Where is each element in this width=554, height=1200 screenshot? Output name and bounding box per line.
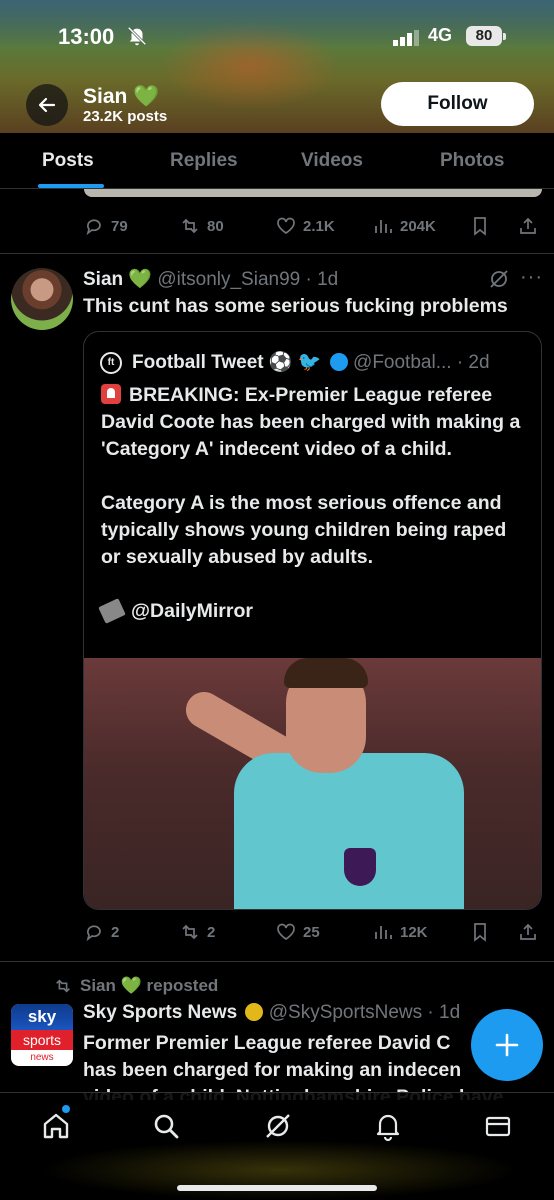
views-button[interactable]: 204K <box>373 211 436 241</box>
tab-posts[interactable]: Posts <box>42 150 94 172</box>
views-count: 12K <box>400 923 428 941</box>
repost-icon <box>182 924 198 940</box>
bell-icon[interactable] <box>372 1110 404 1142</box>
quoted-post-header: Football Tweet ⚽ 🐦 @Footbal... · 2d <box>132 350 490 374</box>
image-league-badge <box>344 848 376 886</box>
logo-bottom: news <box>30 1052 54 1063</box>
home-icon[interactable] <box>40 1110 72 1142</box>
quoted-line-3[interactable]: @DailyMirror <box>131 600 253 622</box>
repost-button[interactable]: 2 <box>180 917 215 947</box>
quoted-author-handle[interactable]: @Footbal... <box>353 352 452 373</box>
views-count: 204K <box>400 217 436 235</box>
like-button[interactable]: 2.1K <box>276 211 335 241</box>
bottom-glow <box>40 1140 520 1200</box>
follow-button[interactable]: Follow <box>381 82 534 126</box>
profile-name: Sian 💚 <box>83 85 160 108</box>
reply-icon <box>86 925 101 942</box>
tab-replies[interactable]: Replies <box>170 150 238 172</box>
search-icon[interactable] <box>150 1110 182 1142</box>
siren-icon <box>101 384 121 404</box>
post-actions: 2 2 25 12K <box>0 917 554 947</box>
tab-photos[interactable]: Photos <box>440 150 504 172</box>
signal-icon <box>393 30 419 46</box>
logo-middle: sports <box>11 1030 73 1050</box>
bookmark-icon[interactable] <box>470 922 490 942</box>
post-author-name[interactable]: Sian 💚 <box>83 269 152 290</box>
quoted-post-text: BREAKING: Ex-Premier League referee Davi… <box>98 382 531 625</box>
bookmark-icon[interactable] <box>470 216 490 236</box>
reply-button[interactable]: 2 <box>84 917 119 947</box>
like-button[interactable]: 25 <box>276 917 320 947</box>
logo-top: sky <box>11 1004 73 1030</box>
heart-icon <box>277 923 295 941</box>
grok-icon[interactable] <box>488 268 510 290</box>
quoted-author-name[interactable]: Football Tweet ⚽ 🐦 <box>132 352 321 373</box>
battery-indicator: 80 <box>466 26 506 46</box>
quoted-line-1: BREAKING: Ex-Premier League referee Davi… <box>101 384 521 460</box>
avatar[interactable]: sky sports news <box>11 1004 73 1066</box>
repost-count: 80 <box>207 217 224 235</box>
post-text: This cunt has some serious fucking probl… <box>83 295 508 317</box>
mail-icon[interactable] <box>482 1110 514 1142</box>
status-time: 13:00 <box>58 24 115 49</box>
repost-label: Sian 💚 reposted <box>80 976 219 995</box>
quoted-author-avatar[interactable]: ft <box>100 352 122 374</box>
profile-tabs: Posts Replies Videos Photos <box>0 133 554 189</box>
like-count: 25 <box>303 923 320 941</box>
posts-count: 23.2K posts <box>83 108 168 125</box>
newspaper-icon <box>98 598 126 624</box>
repost-line-2: has been charged for making an indecen <box>83 1059 462 1081</box>
image-hair <box>284 658 368 688</box>
views-icon <box>375 926 392 939</box>
previous-post-actions: 79 80 2.1K 204K <box>0 211 554 241</box>
repost-icon <box>56 979 70 993</box>
previous-post-image[interactable] <box>84 189 542 197</box>
more-options-icon[interactable]: ··· <box>520 266 543 289</box>
repost-icon <box>182 218 198 234</box>
network-type: 4G <box>428 25 453 45</box>
reply-count: 79 <box>111 217 128 235</box>
verified-gold-badge-icon <box>245 1003 264 1021</box>
share-icon[interactable] <box>518 216 538 236</box>
repost-author-name[interactable]: Sky Sports News <box>83 1002 237 1023</box>
notification-dot <box>62 1105 70 1113</box>
post-time: · 1d <box>305 269 339 290</box>
quoted-post-time: · 2d <box>456 352 490 373</box>
repost-author-handle[interactable]: @SkySportsNews <box>269 1002 422 1023</box>
repost-text: Former Premier League referee David C ha… <box>83 1030 533 1100</box>
share-icon[interactable] <box>518 922 538 942</box>
home-indicator[interactable] <box>177 1185 377 1191</box>
quoted-post-image[interactable] <box>84 658 541 909</box>
repost-button[interactable]: 80 <box>180 211 224 241</box>
views-button[interactable]: 12K <box>373 917 428 947</box>
post-author-handle[interactable]: @itsonly_Sian99 <box>157 269 300 290</box>
verified-badge-icon <box>329 353 348 371</box>
quoted-post[interactable]: ft Football Tweet ⚽ 🐦 @Footbal... · 2d B… <box>83 331 542 910</box>
repost-time: · 1d <box>427 1002 461 1023</box>
like-count: 2.1K <box>303 217 335 235</box>
reply-count: 2 <box>111 923 120 941</box>
reply-icon <box>86 219 101 236</box>
back-button[interactable] <box>26 84 68 126</box>
quoted-line-2: Category A is the most serious offence a… <box>101 492 507 568</box>
plus-icon <box>495 1033 519 1057</box>
active-tab-indicator <box>38 184 104 188</box>
grok-icon[interactable] <box>262 1110 294 1142</box>
post-divider <box>0 961 554 962</box>
post-header: Sian 💚 @itsonly_Sian99 · 1d <box>83 267 338 291</box>
repost-header: Sky Sports News @SkySportsNews · 1d <box>83 1002 460 1024</box>
reply-button[interactable]: 79 <box>84 211 128 241</box>
repost-count: 2 <box>207 923 216 941</box>
repost-indicator[interactable]: Sian 💚 reposted <box>54 976 218 996</box>
bell-muted-icon <box>127 26 147 46</box>
tab-videos[interactable]: Videos <box>301 150 363 172</box>
post-divider <box>0 253 554 254</box>
arrow-left-icon <box>38 97 56 113</box>
repost-line-1: Former Premier League referee David C <box>83 1032 451 1054</box>
heart-icon <box>277 217 295 235</box>
compose-button[interactable] <box>471 1009 543 1081</box>
views-icon <box>375 220 392 233</box>
avatar[interactable] <box>11 268 73 330</box>
